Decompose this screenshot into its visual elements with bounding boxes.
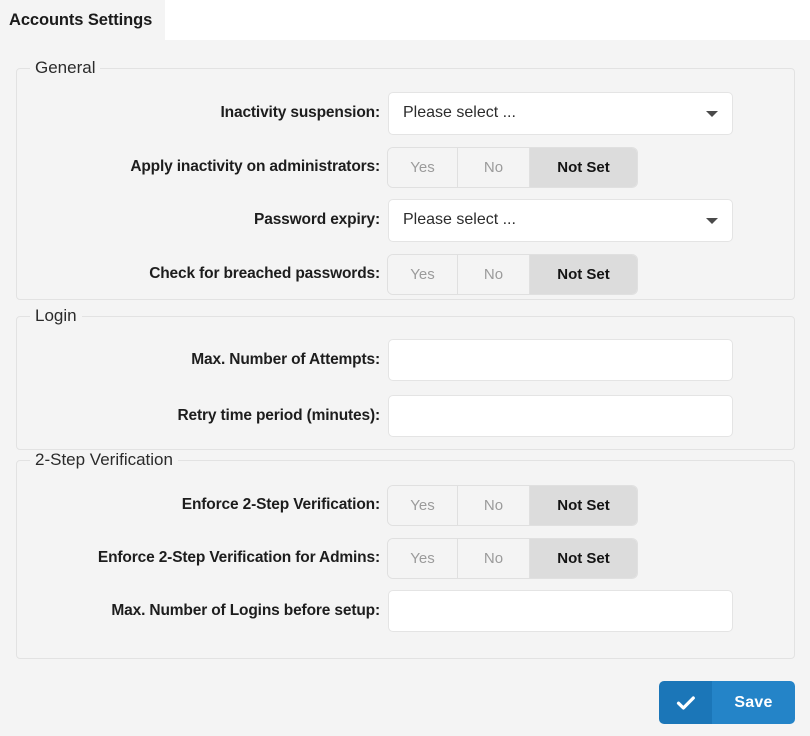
tristate-enforce-two-step-verification-for-admins: Yes No Not Set (388, 538, 637, 578)
label-password-expiry: Password expiry: (254, 211, 380, 228)
label-inactivity-suspension: Inactivity suspension: (220, 104, 381, 121)
chevron-down-icon (706, 218, 718, 224)
row-inactivity-suspension: Inactivity suspension: Please select ... (17, 91, 794, 135)
save-button-label: Save (712, 681, 795, 724)
row-enforce-two-step-verification-for-admins: Enforce 2-Step Verification for Admins: … (17, 538, 794, 578)
select-inactivity-suspension-value: Please select ... (403, 104, 516, 121)
input-max-number-of-logins-before-setup[interactable] (388, 590, 733, 632)
tristate-option-not-set[interactable]: Not Set (530, 538, 637, 578)
fieldset-login-legend: Login (30, 306, 82, 326)
fieldset-general-legend: General (30, 58, 101, 78)
tristate-option-no[interactable]: No (458, 485, 530, 525)
control-max-number-of-logins-before-setup (388, 590, 733, 632)
row-password-expiry: Password expiry: Please select ... (17, 198, 794, 242)
tab-bar: Accounts Settings (0, 0, 810, 41)
row-check-for-breached-passwords: Check for breached passwords: Yes No Not… (17, 254, 794, 294)
tristate-option-no[interactable]: No (458, 147, 530, 187)
input-max-number-of-attempts[interactable] (388, 339, 733, 381)
control-inactivity-suspension: Please select ... (388, 91, 733, 135)
row-max-number-of-attempts: Max. Number of Attempts: (17, 339, 794, 381)
label-check-for-breached-passwords: Check for breached passwords: (149, 265, 380, 282)
tristate-option-not-set[interactable]: Not Set (530, 147, 637, 187)
label-apply-inactivity-on-administrators: Apply inactivity on administrators: (130, 158, 380, 175)
control-check-for-breached-passwords: Yes No Not Set (388, 254, 637, 294)
row-apply-inactivity-on-administrators: Apply inactivity on administrators: Yes … (17, 147, 794, 187)
label-max-number-of-logins-before-setup: Max. Number of Logins before setup: (111, 602, 380, 619)
control-enforce-two-step-verification: Yes No Not Set (388, 485, 637, 525)
select-password-expiry-value: Please select ... (403, 211, 516, 228)
row-retry-time-period: Retry time period (minutes): (17, 395, 794, 437)
tab-accounts-settings[interactable]: Accounts Settings (0, 0, 165, 40)
fieldset-two-step-verification: 2-Step Verification Enforce 2-Step Verif… (16, 450, 795, 659)
select-inactivity-suspension[interactable]: Please select ... (388, 91, 733, 135)
control-apply-inactivity-on-administrators: Yes No Not Set (388, 147, 637, 187)
save-button[interactable]: Save (659, 681, 795, 724)
fieldset-general: General Inactivity suspension: Please se… (16, 58, 795, 300)
control-password-expiry: Please select ... (388, 198, 733, 242)
tristate-enforce-two-step-verification: Yes No Not Set (388, 485, 637, 525)
tristate-apply-inactivity-on-administrators: Yes No Not Set (388, 147, 637, 187)
label-retry-time-period: Retry time period (minutes): (177, 407, 381, 424)
row-max-number-of-logins-before-setup: Max. Number of Logins before setup: (17, 590, 794, 632)
label-max-number-of-attempts: Max. Number of Attempts: (191, 351, 380, 368)
fieldset-two-step-verification-legend: 2-Step Verification (30, 450, 178, 470)
select-password-expiry[interactable]: Please select ... (388, 198, 733, 242)
label-enforce-two-step-verification-for-admins: Enforce 2-Step Verification for Admins: (97, 549, 380, 566)
tristate-option-not-set[interactable]: Not Set (530, 485, 637, 525)
control-enforce-two-step-verification-for-admins: Yes No Not Set (388, 538, 637, 578)
chevron-down-icon (706, 111, 718, 117)
tristate-option-yes[interactable]: Yes (388, 538, 458, 578)
input-retry-time-period[interactable] (388, 395, 733, 437)
tristate-option-not-set[interactable]: Not Set (530, 254, 637, 294)
tristate-option-yes[interactable]: Yes (388, 485, 458, 525)
check-icon (659, 681, 712, 724)
tristate-option-yes[interactable]: Yes (388, 147, 458, 187)
tristate-option-no[interactable]: No (458, 538, 530, 578)
tab-bar-empty-area (165, 0, 810, 40)
label-enforce-two-step-verification: Enforce 2-Step Verification: (181, 496, 380, 513)
tristate-option-no[interactable]: No (458, 254, 530, 294)
tristate-option-yes[interactable]: Yes (388, 254, 458, 294)
tab-accounts-settings-label: Accounts Settings (9, 10, 153, 29)
tristate-check-for-breached-passwords: Yes No Not Set (388, 254, 637, 294)
control-retry-time-period (388, 395, 733, 437)
fieldset-login: Login Max. Number of Attempts: Retry tim… (16, 306, 795, 450)
control-max-number-of-attempts (388, 339, 733, 381)
row-enforce-two-step-verification: Enforce 2-Step Verification: Yes No Not … (17, 485, 794, 525)
